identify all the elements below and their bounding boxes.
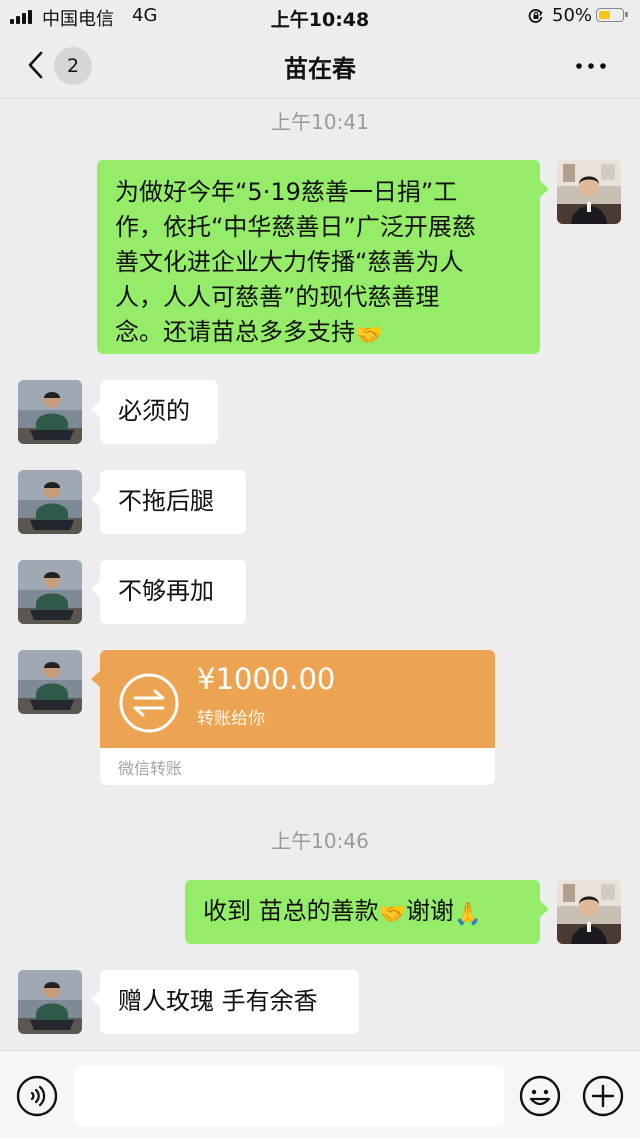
incoming-message-bubble[interactable]: 必须的 [91,380,218,444]
contact-avatar[interactable] [18,970,82,1034]
transfer-card[interactable]: ¥1000.00 转账给你 微信转账 [91,650,495,785]
message-text: 念。还请苗总多多支持 [115,318,355,346]
smiley-icon[interactable] [519,1075,561,1117]
incoming-message-bubble[interactable]: 不够再加 [91,560,246,624]
message-timestamp: 上午10:46 [271,829,369,853]
incoming-message-bubble[interactable]: 不拖后腿 [91,470,246,534]
more-options-icon[interactable] [574,58,608,74]
my-avatar[interactable] [557,160,621,224]
my-avatar[interactable] [557,880,621,944]
message-line: 作，依托“中华慈善日”广泛开展慈 [115,213,476,241]
battery-icon [596,8,628,22]
transfer-card-footer: 微信转账 [100,748,495,785]
outgoing-message-bubble[interactable]: 收到 苗总的善款🤝谢谢🙏 [185,880,549,944]
plus-icon[interactable] [582,1075,624,1117]
message-text: 赠人玫瑰 手有余香 [118,987,318,1015]
message-timestamp: 上午10:41 [271,110,369,134]
incoming-message-bubble[interactable]: 赠人玫瑰 手有余香 [91,970,359,1034]
message-line: 人，人人可慈善”的现代慈善理 [115,283,440,311]
rotation-lock-icon [528,9,543,23]
message-text: 收到 苗总的善款 [203,897,379,925]
chat-input-bar [0,1050,640,1138]
transfer-arrows-icon [119,673,179,733]
message-text: 必须的 [118,397,190,425]
transfer-card-body: ¥1000.00 转账给你 [100,650,495,748]
transfer-description: 转账给你 [197,709,265,729]
message-line: 念。还请苗总多多支持🤝 [115,315,522,353]
message-input[interactable] [74,1065,504,1127]
handshake-emoji-icon: 🤝 [355,323,383,348]
chat-title: 苗在春 [284,55,356,83]
handshake-emoji-icon: 🤝 [378,902,407,927]
chat-header: 2 苗在春 [0,34,640,99]
message-text: 谢谢 [406,897,455,925]
outgoing-message-bubble[interactable]: 为做好今年“5·19慈善一日捐”工 作，依托“中华慈善日”广泛开展慈 善文化进企… [97,160,549,354]
transfer-type-label: 微信转账 [118,759,183,778]
status-time: 上午10:48 [270,9,370,31]
contact-avatar[interactable] [18,470,82,534]
praying-hands-emoji-icon: 🙏 [454,902,482,927]
battery-percent: 50% [552,5,593,26]
message-text: 不够再加 [118,577,214,605]
message-line: 善文化进企业大力传播“慈善为人 [115,248,464,276]
transfer-amount: ¥1000.00 [197,662,336,696]
contact-avatar[interactable] [18,380,82,444]
status-bar: 中国电信 4G 上午10:48 50% [0,0,640,34]
message-text: 不拖后腿 [118,487,214,515]
voice-icon[interactable] [16,1075,58,1117]
contact-avatar[interactable] [18,560,82,624]
message-line: 为做好今年“5·19慈善一日捐”工 [115,178,458,206]
contact-avatar[interactable] [18,650,82,714]
